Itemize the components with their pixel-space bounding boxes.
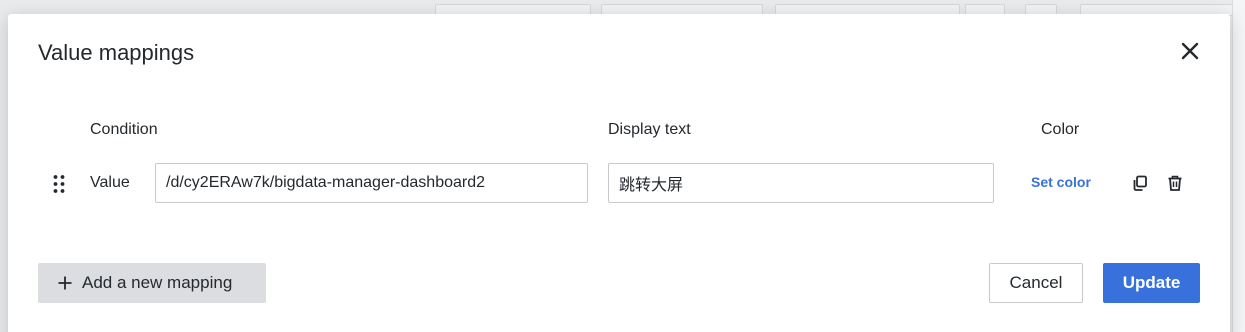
display-text-input[interactable] [608,163,994,203]
value-mappings-dialog: Value mappings Condition Display text Co… [8,14,1230,332]
cancel-button[interactable]: Cancel [989,263,1083,303]
add-mapping-label: Add a new mapping [82,273,233,292]
close-button[interactable] [1179,40,1201,62]
column-header-condition: Condition [90,121,158,138]
close-icon [1181,42,1199,60]
condition-value-input[interactable] [155,163,588,203]
mapping-type-label: Value [90,174,130,191]
dialog-title: Value mappings [38,40,195,65]
plus-icon [58,276,72,290]
set-color-link[interactable]: Set color [1031,174,1091,190]
column-header-display-text: Display text [608,121,691,138]
delete-button[interactable] [1166,174,1184,192]
background-sidebar [1232,0,1245,332]
add-mapping-button[interactable]: Add a new mapping [38,263,266,303]
drag-handle-icon[interactable] [52,174,66,194]
trash-icon [1168,175,1182,191]
duplicate-button[interactable] [1131,174,1149,192]
update-button[interactable]: Update [1103,263,1200,303]
copy-icon [1133,175,1147,191]
column-header-color: Color [1041,121,1080,138]
